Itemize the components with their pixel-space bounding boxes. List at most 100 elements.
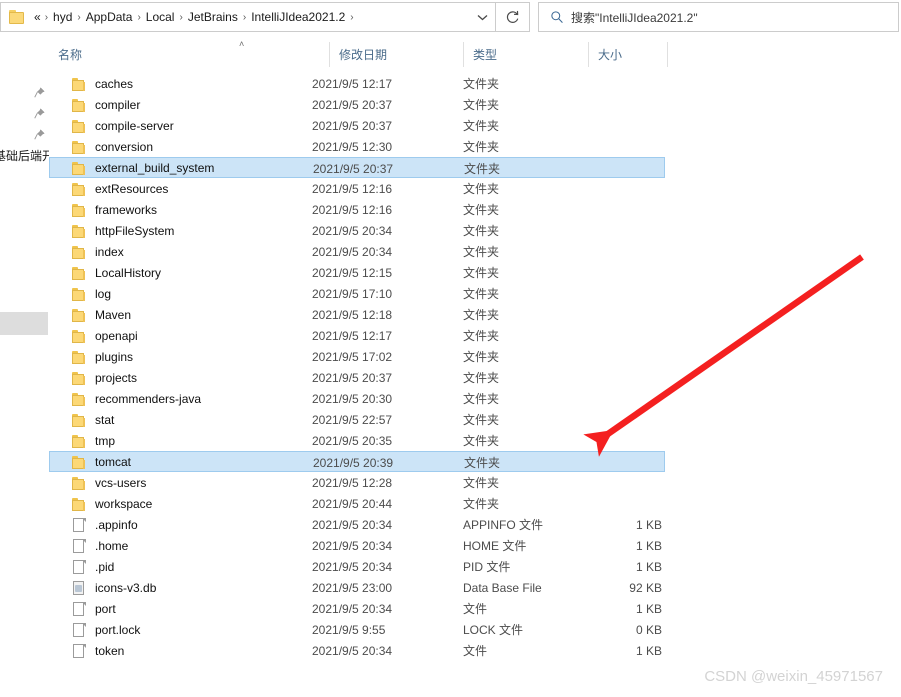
file-name-cell[interactable]: extResources	[49, 178, 168, 199]
file-list-row[interactable]: conversion 2021/9/5 12:30 文件夹	[49, 136, 665, 157]
file-name-cell[interactable]: tmp	[49, 430, 115, 451]
folder-icon	[71, 496, 87, 512]
navigation-pane[interactable]: 基础后端开	[0, 36, 50, 697]
file-icon	[71, 559, 87, 575]
file-list-row[interactable]: tomcat 2021/9/5 20:39 文件夹	[49, 451, 665, 472]
file-list-row[interactable]: httpFileSystem 2021/9/5 20:34 文件夹	[49, 220, 665, 241]
quick-access-item[interactable]: 基础后端开	[0, 145, 49, 166]
file-date-cell: 2021/9/5 12:15	[312, 265, 393, 280]
file-name-cell[interactable]: compile-server	[49, 115, 174, 136]
file-name-cell[interactable]: compiler	[49, 94, 140, 115]
file-list-row[interactable]: tmp 2021/9/5 20:35 文件夹	[49, 430, 665, 451]
file-date-cell: 2021/9/5 22:57	[312, 412, 393, 427]
file-name-cell[interactable]: tomcat	[49, 451, 131, 472]
file-list-row[interactable]: .home 2021/9/5 20:34 HOME 文件 1 KB	[49, 535, 665, 556]
file-list-row[interactable]: external_build_system 2021/9/5 20:37 文件夹	[49, 157, 665, 178]
file-list[interactable]: caches 2021/9/5 12:17 文件夹 compiler 2021/9/5 …	[49, 73, 901, 697]
file-list-row[interactable]: log 2021/9/5 17:10 文件夹	[49, 283, 665, 304]
breadcrumb-item-intellijidea[interactable]: IntelliJIdea2021.2	[247, 8, 349, 26]
file-name-cell[interactable]: frameworks	[49, 199, 157, 220]
file-name-cell[interactable]: recommenders-java	[49, 388, 201, 409]
file-size-cell	[539, 136, 665, 157]
file-date-cell: 2021/9/5 20:34	[312, 223, 393, 238]
breadcrumb-separator-icon: ›	[350, 11, 354, 23]
breadcrumb-item-local[interactable]: Local	[142, 8, 179, 26]
column-header-type[interactable]: 类型	[464, 36, 588, 73]
file-name-text: compiler	[95, 97, 141, 112]
file-list-row[interactable]: vcs-users 2021/9/5 12:28 文件夹	[49, 472, 665, 493]
file-name-cell[interactable]: index	[49, 241, 124, 262]
file-name-cell[interactable]: Maven	[49, 304, 131, 325]
file-list-row[interactable]: port 2021/9/5 20:34 文件 1 KB	[49, 598, 665, 619]
file-name-text: .home	[95, 538, 129, 553]
quick-access-item[interactable]	[0, 82, 49, 103]
file-list-row[interactable]: projects 2021/9/5 20:37 文件夹	[49, 367, 665, 388]
file-type-cell: 文件夹	[463, 476, 500, 490]
file-name-cell[interactable]: projects	[49, 367, 137, 388]
file-list-row[interactable]: .pid 2021/9/5 20:34 PID 文件 1 KB	[49, 556, 665, 577]
file-name-cell[interactable]: .home	[49, 535, 128, 556]
file-size-cell	[540, 452, 666, 473]
quick-access-item[interactable]	[0, 103, 49, 124]
chevron-down-icon[interactable]	[469, 3, 495, 31]
file-type-cell: 文件夹	[463, 182, 500, 196]
file-name-cell[interactable]: stat	[49, 409, 114, 430]
file-list-row[interactable]: .appinfo 2021/9/5 20:34 APPINFO 文件 1 KB	[49, 514, 665, 535]
file-name-cell[interactable]: token	[49, 640, 124, 661]
file-type-cell: 文件	[463, 602, 488, 616]
column-header-size[interactable]: 大小	[589, 36, 667, 73]
file-name-cell[interactable]: port	[49, 598, 116, 619]
column-header-row[interactable]: 名称 ˄ 修改日期 类型 大小	[49, 36, 901, 74]
file-name-cell[interactable]: LocalHistory	[49, 262, 161, 283]
file-name-cell[interactable]: openapi	[49, 325, 138, 346]
file-list-row[interactable]: openapi 2021/9/5 12:17 文件夹	[49, 325, 665, 346]
file-type-cell: 文件夹	[464, 162, 501, 176]
file-name-cell[interactable]: httpFileSystem	[49, 220, 174, 241]
file-list-row[interactable]: index 2021/9/5 20:34 文件夹	[49, 241, 665, 262]
file-list-row[interactable]: plugins 2021/9/5 17:02 文件夹	[49, 346, 665, 367]
file-name-cell[interactable]: conversion	[49, 136, 153, 157]
file-name-cell[interactable]: .appinfo	[49, 514, 138, 535]
breadcrumb[interactable]: « › hyd › AppData › Local › JetBrains › …	[31, 8, 469, 26]
breadcrumb-item-hyd[interactable]: hyd	[49, 8, 76, 26]
file-list-row[interactable]: Maven 2021/9/5 12:18 文件夹	[49, 304, 665, 325]
folder-icon	[71, 265, 87, 281]
folder-icon	[71, 412, 87, 428]
breadcrumb-overflow[interactable]: «	[31, 8, 44, 26]
file-list-row[interactable]: workspace 2021/9/5 20:44 文件夹	[49, 493, 665, 514]
file-list-row[interactable]: port.lock 2021/9/5 9:55 LOCK 文件 0 KB	[49, 619, 665, 640]
file-name-cell[interactable]: caches	[49, 73, 133, 94]
file-name-cell[interactable]: plugins	[49, 346, 133, 367]
file-name-cell[interactable]: .pid	[49, 556, 114, 577]
file-list-row[interactable]: caches 2021/9/5 12:17 文件夹	[49, 73, 665, 94]
address-bar[interactable]: « › hyd › AppData › Local › JetBrains › …	[0, 2, 496, 32]
file-name-cell[interactable]: log	[49, 283, 111, 304]
file-name-cell[interactable]: port.lock	[49, 619, 140, 640]
file-list-row[interactable]: recommenders-java 2021/9/5 20:30 文件夹	[49, 388, 665, 409]
column-header-date[interactable]: 修改日期	[330, 36, 463, 73]
file-list-row[interactable]: compiler 2021/9/5 20:37 文件夹	[49, 94, 665, 115]
file-list-row[interactable]: compile-server 2021/9/5 20:37 文件夹	[49, 115, 665, 136]
column-divider[interactable]	[667, 42, 668, 67]
file-list-row[interactable]: stat 2021/9/5 22:57 文件夹	[49, 409, 665, 430]
refresh-icon[interactable]	[496, 2, 530, 32]
file-date-cell: 2021/9/5 20:34	[312, 643, 393, 658]
file-name-cell[interactable]: workspace	[49, 493, 152, 514]
file-type-cell: 文件夹	[463, 224, 500, 238]
column-header-name[interactable]: 名称	[49, 36, 329, 73]
file-name-text: .appinfo	[95, 517, 138, 532]
file-name-cell[interactable]: vcs-users	[49, 472, 146, 493]
file-list-row[interactable]: extResources 2021/9/5 12:16 文件夹	[49, 178, 665, 199]
breadcrumb-item-jetbrains[interactable]: JetBrains	[184, 8, 242, 26]
file-size-cell	[539, 388, 665, 409]
quick-access-item[interactable]	[0, 124, 49, 145]
file-list-row[interactable]: frameworks 2021/9/5 12:16 文件夹	[49, 199, 665, 220]
breadcrumb-item-appdata[interactable]: AppData	[82, 8, 137, 26]
file-list-row[interactable]: icons-v3.db 2021/9/5 23:00 Data Base File 9…	[49, 577, 665, 598]
file-name-cell[interactable]: icons-v3.db	[49, 577, 156, 598]
file-list-row[interactable]: LocalHistory 2021/9/5 12:15 文件夹	[49, 262, 665, 283]
pin-icon	[34, 87, 45, 98]
file-list-row[interactable]: token 2021/9/5 20:34 文件 1 KB	[49, 640, 665, 661]
search-input[interactable]: 搜索"IntelliJIdea2021.2"	[538, 2, 899, 32]
file-name-cell[interactable]: external_build_system	[49, 157, 214, 178]
